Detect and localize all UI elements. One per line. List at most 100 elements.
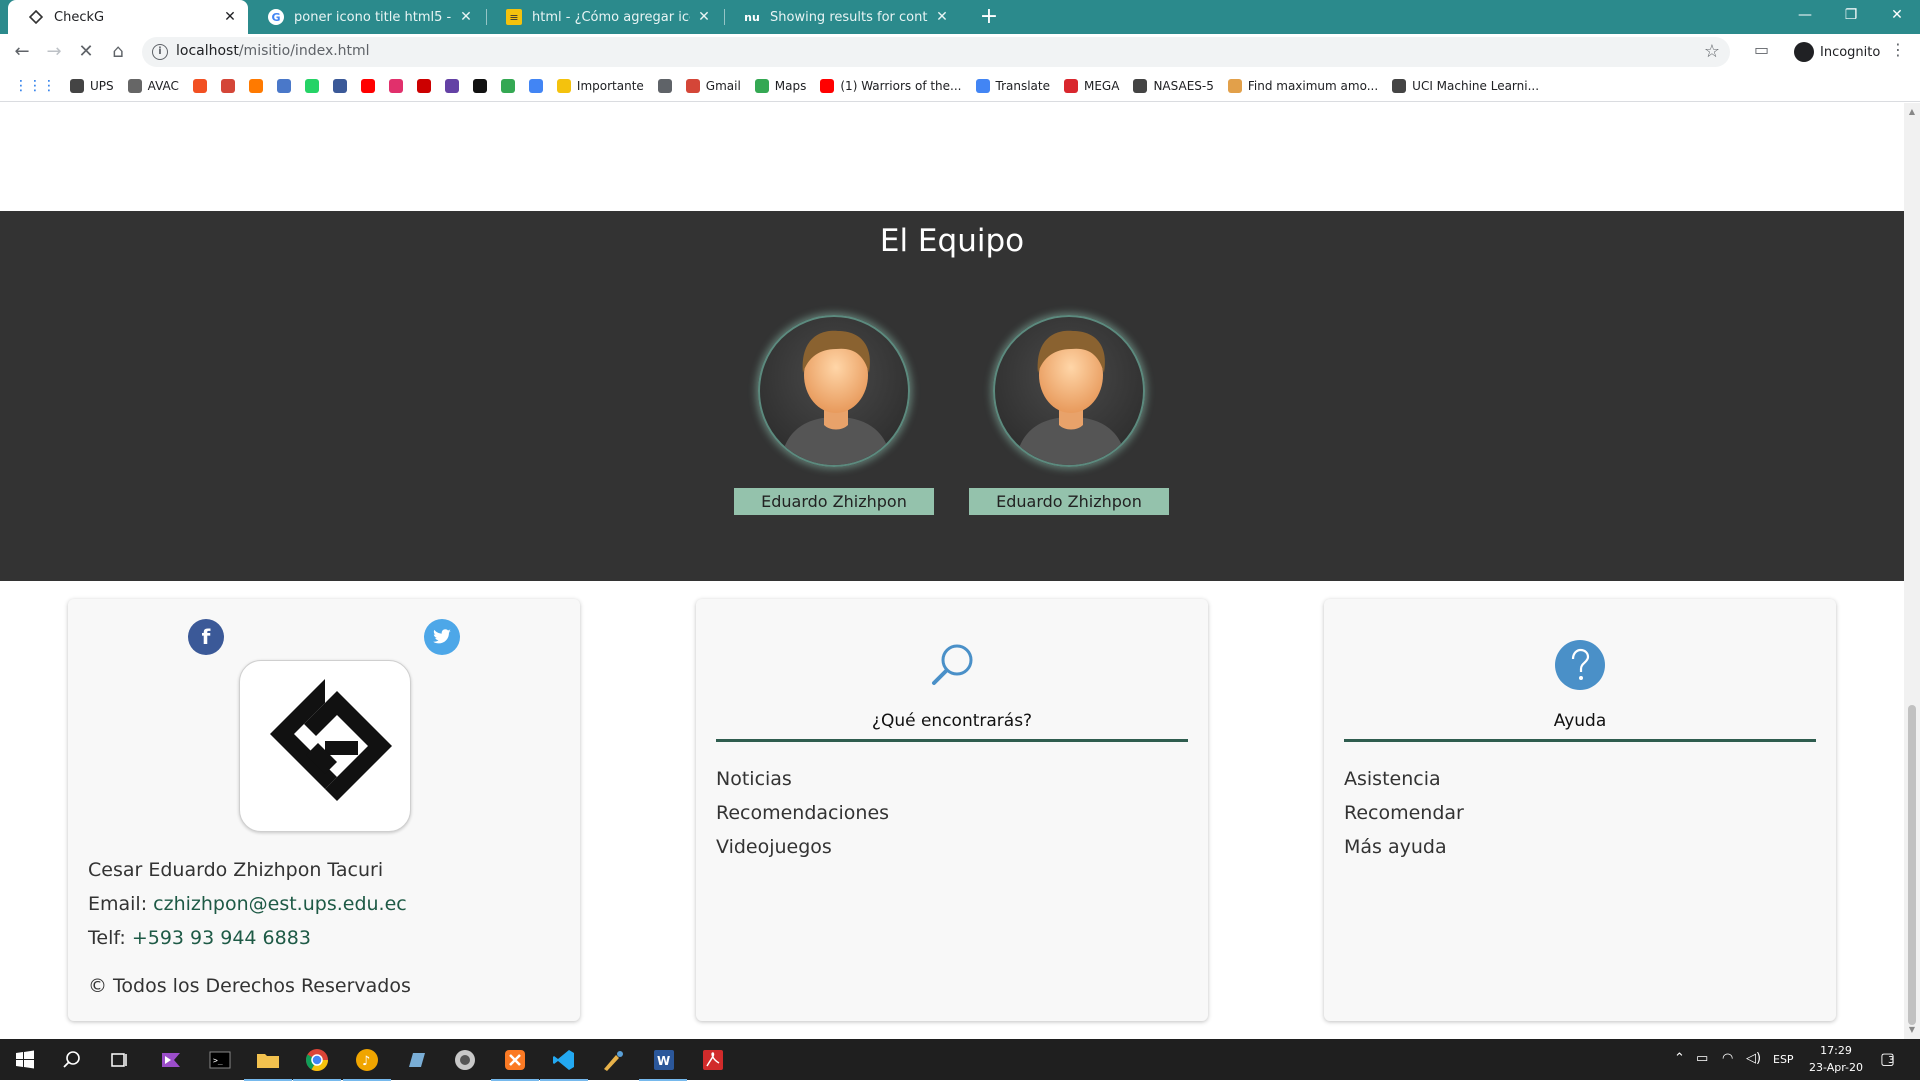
bookmark-item[interactable]: MEGA <box>1064 78 1120 93</box>
close-tab-icon[interactable]: ✕ <box>458 9 474 25</box>
help-card: Ayuda Asistencia Recomendar Más ayuda <box>1324 599 1836 1021</box>
close-tab-icon[interactable]: ✕ <box>222 9 238 25</box>
terminal-icon[interactable]: >_ <box>205 1045 235 1075</box>
find-title: ¿Qué encontrarás? <box>716 711 1188 742</box>
bookmark-item[interactable] <box>500 78 515 93</box>
bookmark-item[interactable]: NASAES-5 <box>1133 78 1214 93</box>
tab-stackoverflow[interactable]: ≡ html - ¿Cómo agregar icono sob ✕ <box>486 0 722 34</box>
site-info-icon[interactable]: i <box>152 44 168 60</box>
bookmark-item[interactable]: Translate <box>975 78 1050 93</box>
bookmark-item[interactable]: UPS <box>70 78 114 93</box>
bookmark-item[interactable] <box>304 78 319 93</box>
paint-icon[interactable] <box>598 1045 628 1075</box>
clock[interactable]: 17:29 23-Apr-20 <box>1806 1042 1866 1076</box>
restore-icon[interactable]: ❐ <box>1828 0 1874 30</box>
tray-expand-icon[interactable]: ⌃ <box>1674 1051 1685 1066</box>
incognito-indicator[interactable]: Incognito <box>1786 38 1888 66</box>
close-tab-icon[interactable]: ✕ <box>934 9 950 25</box>
bookmark-favicon-icon <box>820 78 835 93</box>
bookmark-item[interactable]: Importante <box>556 78 644 93</box>
file-explorer-icon[interactable] <box>244 1045 292 1081</box>
bookmark-item[interactable]: UCI Machine Learni... <box>1392 78 1540 93</box>
bookmark-item[interactable] <box>472 78 487 93</box>
bookmark-star-icon[interactable]: ☆ <box>1704 41 1720 62</box>
bookmark-item[interactable]: Gmail <box>685 78 741 93</box>
bookmark-item[interactable] <box>276 78 291 93</box>
notifications-icon[interactable]: ▢ 3 <box>1880 1049 1895 1068</box>
url-text[interactable]: localhost/misitio/index.html <box>176 43 370 59</box>
cast-icon[interactable]: ▭ <box>1754 40 1769 59</box>
volume-icon[interactable]: ◁) <box>1746 1051 1761 1066</box>
bookmark-item[interactable] <box>332 78 347 93</box>
bookmark-item[interactable] <box>192 78 207 93</box>
find-item-videojuegos[interactable]: Videojuegos <box>716 830 889 864</box>
bookmark-item[interactable] <box>388 78 403 93</box>
scroll-down-icon[interactable]: ▼ <box>1908 1025 1916 1034</box>
close-tab-icon[interactable]: ✕ <box>696 9 712 25</box>
bookmark-favicon-icon <box>276 78 291 93</box>
bookmark-item[interactable] <box>248 78 263 93</box>
close-icon[interactable]: ✕ <box>1874 0 1920 30</box>
bookmark-item[interactable]: Maps <box>754 78 806 93</box>
apps-icon[interactable]: ⋮⋮⋮ <box>14 78 56 94</box>
new-tab-button[interactable]: + <box>976 4 1002 30</box>
find-item-recomendaciones[interactable]: Recomendaciones <box>716 796 889 830</box>
security-app-icon[interactable] <box>450 1045 480 1075</box>
scroll-up-icon[interactable]: ▲ <box>1908 107 1916 116</box>
bookmark-label: MEGA <box>1084 78 1120 93</box>
stop-loading-icon[interactable]: ✕ <box>72 39 100 65</box>
wifi-icon[interactable]: ◠ <box>1722 1051 1733 1066</box>
bookmark-item[interactable] <box>360 78 375 93</box>
task-view-icon[interactable] <box>104 1045 134 1075</box>
find-item-noticias[interactable]: Noticias <box>716 762 889 796</box>
help-item-mas-ayuda[interactable]: Más ayuda <box>1344 830 1464 864</box>
vscode-icon[interactable] <box>540 1045 588 1081</box>
menu-icon[interactable]: ⋮ <box>1890 40 1906 59</box>
bookmark-item[interactable]: (1) Warriors of the... <box>820 78 962 93</box>
facebook-icon[interactable]: f <box>188 619 224 655</box>
bookmark-favicon-icon <box>416 78 431 93</box>
chrome-icon[interactable] <box>293 1045 341 1081</box>
tab-google[interactable]: G poner icono title html5 - Google ✕ <box>248 0 484 34</box>
tab-checkg[interactable]: CheckG ✕ <box>8 0 248 34</box>
bookmark-item[interactable] <box>528 78 543 93</box>
forward-icon[interactable]: → <box>40 39 68 65</box>
bookmark-item[interactable] <box>220 78 235 93</box>
bookmark-item[interactable] <box>657 78 672 93</box>
music-player-icon[interactable]: ♪ <box>343 1045 391 1081</box>
email-link[interactable]: czhizhpon@est.ups.edu.ec <box>153 893 407 915</box>
bookmark-item[interactable] <box>416 78 431 93</box>
address-bar[interactable]: i localhost/misitio/index.html ☆ <box>142 37 1730 67</box>
twitter-icon[interactable] <box>424 619 460 655</box>
search-icon[interactable] <box>57 1045 87 1075</box>
minimize-icon[interactable]: — <box>1782 0 1828 30</box>
home-icon[interactable]: ⌂ <box>104 39 132 65</box>
bookmark-label: UCI Machine Learni... <box>1412 78 1540 93</box>
acrobat-icon[interactable] <box>697 1045 727 1075</box>
battery-icon[interactable]: ▭ <box>1696 1051 1708 1066</box>
bookmark-item[interactable]: AVAC <box>127 78 179 93</box>
help-item-recomendar[interactable]: Recomendar <box>1344 796 1464 830</box>
notes-icon[interactable] <box>401 1045 431 1075</box>
page-scrollbar[interactable]: ▲ ▼ <box>1904 103 1920 1039</box>
svg-text:>_: >_ <box>213 1056 223 1065</box>
windows-start-icon[interactable] <box>10 1045 40 1075</box>
stackoverflow-icon: ≡ <box>506 9 522 25</box>
powerapps-icon[interactable] <box>156 1045 186 1075</box>
xampp-icon[interactable] <box>491 1045 539 1081</box>
bookmark-favicon-icon <box>500 78 515 93</box>
avatar <box>993 315 1145 467</box>
browser-toolbar: ← → ✕ ⌂ i localhost/misitio/index.html ☆… <box>0 34 1920 70</box>
tab-novelupdates[interactable]: nu Showing results for contents of t ✕ <box>724 0 960 34</box>
scrollbar-thumb[interactable] <box>1908 705 1916 1025</box>
phone-link[interactable]: +593 93 944 6883 <box>132 927 311 949</box>
bookmark-item[interactable] <box>444 78 459 93</box>
back-icon[interactable]: ← <box>8 39 36 65</box>
language-indicator[interactable]: ESP <box>1773 1053 1794 1066</box>
bookmark-favicon-icon <box>332 78 347 93</box>
help-item-asistencia[interactable]: Asistencia <box>1344 762 1464 796</box>
word-icon[interactable]: W <box>639 1045 687 1081</box>
bookmark-favicon-icon <box>192 78 207 93</box>
bookmark-favicon-icon <box>472 78 487 93</box>
bookmark-item[interactable]: Find maximum amo... <box>1227 78 1378 93</box>
